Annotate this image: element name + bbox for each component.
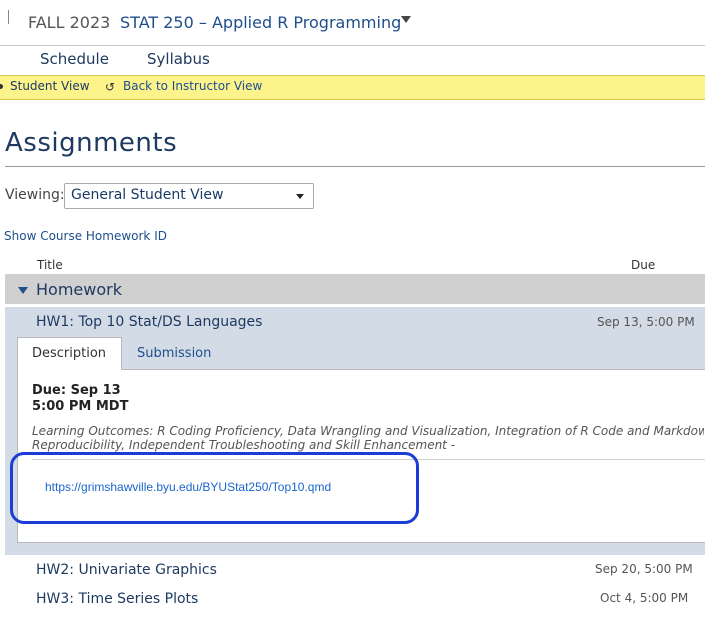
- assignment-title-link[interactable]: HW2: Univariate Graphics: [36, 562, 217, 578]
- column-header-due: Due: [631, 258, 656, 272]
- assignment-title-link[interactable]: HW1: Top 10 Stat/DS Languages: [36, 314, 262, 330]
- column-header-title: Title: [37, 258, 63, 272]
- bullet-icon: [0, 84, 3, 89]
- course-title-link[interactable]: STAT 250 – Applied R Programming: [120, 13, 401, 32]
- caret-down-icon[interactable]: [18, 287, 28, 294]
- assignment-due: Sep 20, 5:00 PM: [595, 562, 693, 576]
- undo-icon[interactable]: ↺: [105, 80, 115, 94]
- assignment-title-link[interactable]: HW3: Time Series Plots: [36, 591, 198, 607]
- nav-schedule[interactable]: Schedule: [40, 50, 109, 68]
- page-title: Assignments: [5, 128, 178, 158]
- term-label: FALL 2023: [28, 13, 111, 32]
- annotation-highlight: [10, 452, 419, 524]
- show-homework-id-link[interactable]: Show Course Homework ID: [4, 229, 167, 243]
- chevron-down-icon[interactable]: [401, 16, 411, 23]
- group-label[interactable]: Homework: [36, 280, 122, 299]
- outcomes-line: Learning Outcomes: R Coding Proficiency,…: [32, 424, 704, 438]
- due-date: Due: Sep 13: [32, 383, 121, 398]
- divider: [5, 166, 705, 167]
- divider: [8, 10, 9, 24]
- viewing-label: Viewing:: [5, 187, 65, 203]
- due-time: 5:00 PM MDT: [32, 399, 129, 414]
- student-view-label: Student View: [10, 79, 90, 93]
- viewing-select-value[interactable]: General Student View: [71, 187, 223, 203]
- assignment-due: Oct 4, 5:00 PM: [600, 591, 689, 605]
- nav-syllabus[interactable]: Syllabus: [147, 50, 210, 68]
- back-to-instructor-view-link[interactable]: Back to Instructor View: [123, 79, 262, 93]
- assignment-due: Sep 13, 5:00 PM: [597, 315, 695, 329]
- outcomes-line: Reproducibility, Independent Troubleshoo…: [32, 438, 456, 452]
- chevron-down-icon[interactable]: [296, 194, 304, 199]
- tab-description-label[interactable]: Description: [32, 346, 106, 361]
- due-date-text: Due: Sep 13 5:00 PM MDT: [32, 383, 128, 415]
- learning-outcomes: Learning Outcomes: R Coding Proficiency,…: [32, 424, 704, 452]
- tab-submission[interactable]: Submission: [137, 346, 211, 361]
